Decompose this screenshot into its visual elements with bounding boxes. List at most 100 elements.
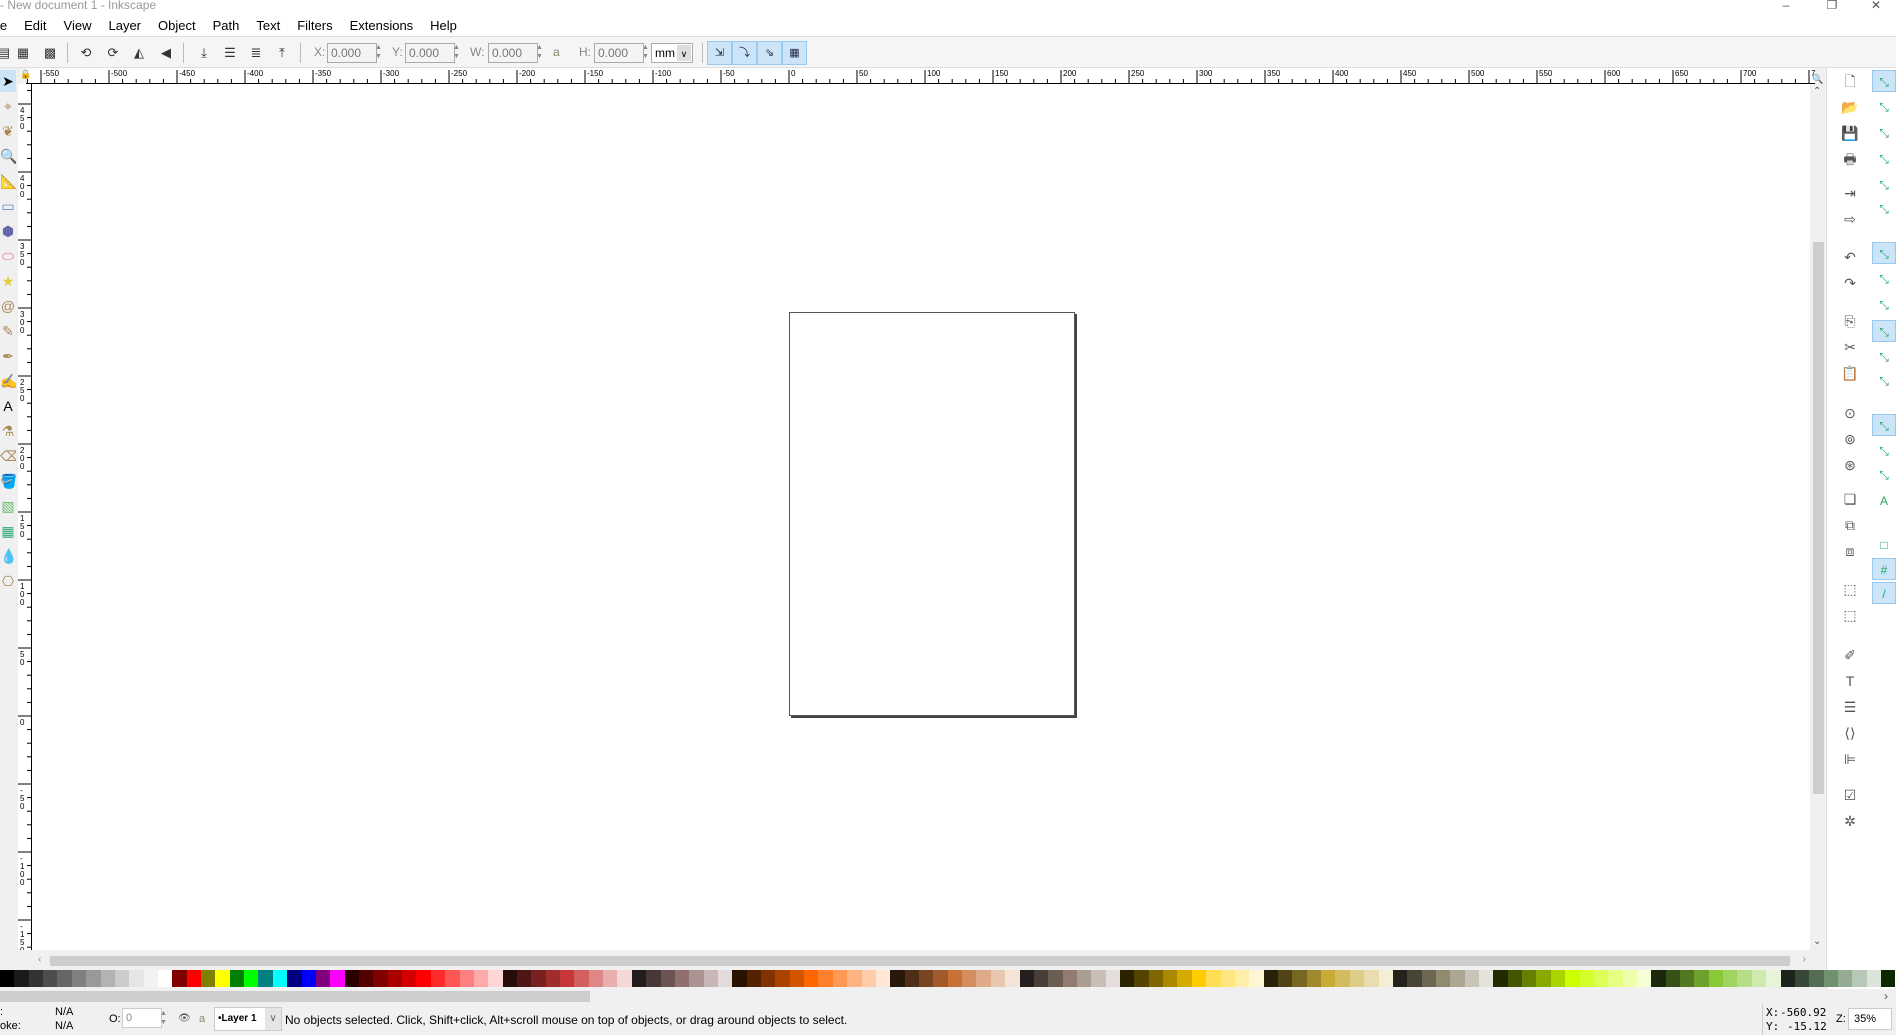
palette-swatch[interactable] (703, 970, 718, 987)
palette-swatch[interactable] (1048, 970, 1063, 987)
lower-to-bottom-icon[interactable]: ⤓ (194, 43, 214, 63)
palette-swatch[interactable] (488, 970, 503, 987)
snap-bbox-center-icon[interactable]: ⤡ (1872, 198, 1896, 220)
print-icon[interactable]: 🖶 (1840, 149, 1860, 169)
palette-swatch[interactable] (330, 970, 345, 987)
paste-icon[interactable]: 📋 (1840, 363, 1860, 383)
palette-swatch[interactable] (387, 970, 403, 987)
transform-gradients-toggle[interactable]: ⇘ (757, 41, 782, 65)
palette-swatch[interactable] (86, 970, 101, 987)
palette-swatch[interactable] (301, 970, 316, 987)
tool-calligraphy-icon[interactable]: ✍ (0, 370, 16, 392)
palette-swatch[interactable] (1608, 970, 1623, 987)
w-spinner[interactable]: ▲ ▼ (535, 43, 544, 63)
duplicate-icon[interactable]: ❏ (1840, 489, 1860, 509)
menu-filters[interactable]: Filters (297, 18, 332, 33)
select-all-layers-icon[interactable]: ▦ (13, 43, 33, 63)
raise-icon[interactable]: ≣ (246, 43, 266, 63)
snap-grids-icon[interactable]: # (1872, 558, 1896, 580)
palette-swatch[interactable] (1306, 970, 1322, 987)
palette-swatch[interactable] (976, 970, 991, 987)
lower-icon[interactable]: ☰ (220, 43, 240, 63)
palette-swatch[interactable] (1234, 970, 1250, 987)
layer-visibility-icon[interactable]: 👁 (178, 1013, 191, 1024)
layer-lock-icon[interactable]: a (199, 1013, 205, 1025)
palette-swatch[interactable] (1493, 970, 1508, 987)
palette-swatch[interactable] (1665, 970, 1681, 987)
save-icon[interactable]: 💾 (1840, 123, 1860, 143)
palette-swatch[interactable] (531, 970, 546, 987)
palette-swatch[interactable] (1005, 970, 1020, 987)
palette-swatch[interactable] (445, 970, 460, 987)
palette-swatch[interactable] (1392, 970, 1408, 987)
menu-path[interactable]: Path (213, 18, 240, 33)
zoom-input[interactable]: 35% (1848, 1008, 1892, 1030)
unit-select[interactable]: mm ∨ (651, 43, 693, 63)
palette-swatch[interactable] (43, 970, 58, 987)
tool-gradient-icon[interactable]: ▧ (0, 495, 16, 517)
snap-smooth-nodes-icon[interactable]: ⤡ (1872, 346, 1896, 368)
flip-vertical-icon[interactable]: ◀ (156, 43, 176, 63)
tool-connector-icon[interactable]: ⎔ (0, 570, 16, 592)
vertical-scrollbar[interactable]: 🔍 ⌃ ⌄ (1810, 74, 1826, 954)
palette-swatch[interactable] (100, 970, 115, 987)
tool-rectangle-icon[interactable]: ▭ (0, 195, 16, 217)
palette-swatch[interactable] (1809, 970, 1824, 987)
y-spinner[interactable]: ▲ ▼ (452, 43, 461, 63)
tool-selector-icon[interactable]: ➤ (0, 70, 16, 92)
scroll-left-icon[interactable]: ‹ (38, 954, 41, 965)
palette-swatch[interactable] (1120, 970, 1135, 987)
zoom-page-icon[interactable]: ⊛ (1840, 455, 1860, 475)
stroke-value[interactable]: N/A (55, 1020, 73, 1032)
export-icon[interactable]: ⇨ (1840, 209, 1860, 229)
scale-corners-toggle[interactable]: ⤵ (732, 41, 757, 65)
palette-swatch[interactable] (258, 970, 273, 987)
scroll-right-icon[interactable]: › (1803, 954, 1806, 965)
palette-swatch[interactable] (617, 970, 632, 987)
palette-swatch[interactable] (1622, 970, 1637, 987)
palette-swatch[interactable] (1866, 970, 1882, 987)
palette-swatch[interactable] (603, 970, 618, 987)
palette-swatch[interactable] (1593, 970, 1609, 987)
tool-star-icon[interactable]: ★ (0, 270, 16, 292)
clone-icon[interactable]: ⧉ (1840, 515, 1860, 535)
snap-nodes-icon[interactable]: ⤡ (1872, 242, 1896, 264)
palette-swatch[interactable] (1364, 970, 1379, 987)
palette-swatch[interactable] (1421, 970, 1436, 987)
palette-swatch[interactable] (1177, 970, 1192, 987)
palette-swatch[interactable] (1479, 970, 1494, 987)
palette-swatch[interactable] (990, 970, 1006, 987)
horizontal-scrollbar[interactable]: ‹ › (32, 954, 1810, 968)
palette-swatch[interactable] (215, 970, 230, 987)
menu-edit[interactable]: Edit (24, 18, 46, 33)
palette-swatch[interactable] (143, 970, 158, 987)
tool-bucket-icon[interactable]: 🪣 (0, 470, 16, 492)
palette-swatch[interactable] (1349, 970, 1365, 987)
layer-select[interactable]: •Layer 1 ∨ (214, 1007, 282, 1031)
palette-swatch[interactable] (1737, 970, 1752, 987)
palette-swatch[interactable] (1321, 970, 1336, 987)
palette-swatch[interactable] (919, 970, 934, 987)
palette-swatch[interactable] (1536, 970, 1551, 987)
snap-rotation-center-icon[interactable]: ⤡ (1872, 464, 1896, 486)
vertical-ruler[interactable]: 450 400 350 300 250 200 150 100 50 0 -50 -100 -150 (18, 84, 32, 950)
palette-swatch[interactable] (0, 970, 15, 987)
xml-editor-icon[interactable]: ⟨⟩ (1840, 723, 1860, 743)
palette-swatch[interactable] (344, 970, 359, 987)
palette-swatch[interactable] (1823, 970, 1838, 987)
snap-others-icon[interactable]: ⤡ (1872, 414, 1896, 436)
palette-swatch[interactable] (1220, 970, 1235, 987)
palette-swatch[interactable] (502, 970, 517, 987)
palette-swatch[interactable] (1091, 970, 1106, 987)
palette-swatch[interactable] (1378, 970, 1393, 987)
snap-page-border-icon[interactable]: □ (1872, 534, 1896, 556)
palette-swatch[interactable] (1033, 970, 1049, 987)
vertical-scroll-thumb[interactable] (1813, 242, 1824, 794)
palette-swatch[interactable] (1881, 970, 1896, 987)
raise-to-top-icon[interactable]: ⤒ (272, 43, 292, 63)
palette-swatch[interactable] (186, 970, 202, 987)
snap-bbox-corner-icon[interactable]: ⤡ (1872, 148, 1896, 170)
palette-swatch[interactable] (315, 970, 331, 987)
snap-text-baseline-icon[interactable]: A (1872, 490, 1896, 512)
fill-value[interactable]: N/A (55, 1006, 73, 1018)
